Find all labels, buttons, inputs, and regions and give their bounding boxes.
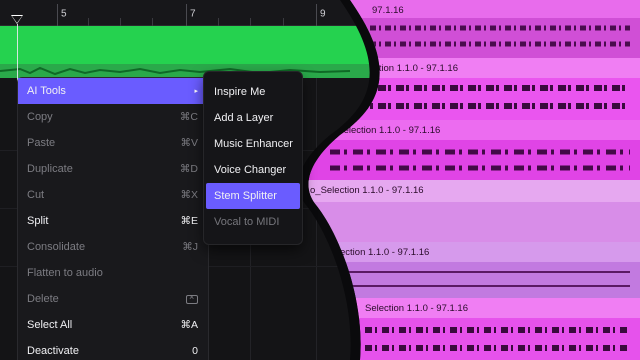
menu-item-cut[interactable]: Cut ⌘X: [18, 182, 208, 208]
submenu-item-vocal-to-midi[interactable]: Vocal to MIDI: [206, 209, 300, 235]
menu-item-label: Paste: [27, 137, 56, 149]
menu-item-label: Split: [27, 215, 49, 227]
menu-item-consolidate[interactable]: Consolidate ⌘J: [18, 234, 208, 260]
submenu-item-label: Stem Splitter: [214, 190, 277, 202]
submenu-item-voice-changer[interactable]: Voice Changer: [206, 157, 300, 183]
menu-item-label: Consolidate: [27, 241, 86, 253]
menu-item-label: Select All: [27, 319, 73, 331]
menu-item-shortcut: ⌘J: [182, 241, 198, 253]
submenu-item-label: Add a Layer: [214, 112, 274, 124]
menu-item-duplicate[interactable]: Duplicate ⌘D: [18, 156, 208, 182]
clip-label: o_Selection 1.1.0 - 97.1.16: [310, 185, 424, 196]
menu-item-label: Flatten to audio: [27, 267, 103, 279]
clip-label: ection 1.1.0 - 97.1.16: [340, 247, 430, 258]
context-menu: AI Tools ▸ Copy ⌘C Paste ⌘V Duplicate ⌘D…: [18, 78, 208, 360]
menu-item-delete[interactable]: Delete: [18, 286, 208, 312]
menu-item-label: Duplicate: [27, 163, 73, 175]
submenu-arrow-icon: ▸: [194, 88, 198, 95]
ruler-bar-number: 5: [61, 8, 67, 20]
menu-item-label: Cut: [27, 189, 45, 201]
menu-item-select-all[interactable]: Select All ⌘A: [18, 312, 208, 338]
menu-item-shortcut: ⌘V: [180, 137, 198, 149]
menu-item-label: Copy: [27, 111, 53, 123]
menu-item-ai-tools[interactable]: AI Tools ▸: [18, 78, 208, 104]
submenu-item-label: Vocal to MIDI: [214, 216, 280, 228]
menu-item-flatten-to-audio[interactable]: Flatten to audio: [18, 260, 208, 286]
submenu-item-stem-splitter[interactable]: Stem Splitter: [206, 183, 300, 209]
submenu-item-label: Inspire Me: [214, 86, 266, 98]
submenu-item-music-enhancer[interactable]: Music Enhancer: [206, 131, 300, 157]
submenu-item-label: Voice Changer: [214, 164, 287, 176]
ai-tools-submenu: Inspire Me Add a Layer Music Enhancer Vo…: [204, 72, 302, 244]
ruler-tick: [218, 18, 219, 26]
ruler-tick: [316, 4, 317, 26]
playhead-icon[interactable]: [11, 15, 23, 24]
menu-item-label: Deactivate: [27, 345, 79, 357]
ruler-tick: [250, 18, 251, 26]
grid-line: [316, 78, 317, 360]
submenu-item-label: Music Enhancer: [214, 138, 293, 150]
menu-item-shortcut: 0: [192, 345, 198, 357]
menu-item-shortcut: ⌘X: [180, 189, 198, 201]
submenu-item-add-a-layer[interactable]: Add a Layer: [206, 105, 300, 131]
menu-item-shortcut: ⌘C: [179, 111, 198, 123]
menu-item-copy[interactable]: Copy ⌘C: [18, 104, 208, 130]
clip-label: Selection 1.1.0 - 97.1.16: [365, 303, 468, 314]
menu-item-shortcut: ⌘A: [180, 319, 198, 331]
ruler-bar-number: 9: [320, 8, 326, 20]
ruler-tick: [88, 18, 89, 26]
clip-label: 97.1.16: [372, 5, 404, 16]
ruler-tick: [283, 18, 284, 26]
ruler-tick: [120, 18, 121, 26]
menu-item-split[interactable]: Split ⌘E: [18, 208, 208, 234]
menu-item-shortcut: ⌘D: [179, 163, 198, 175]
submenu-item-inspire-me[interactable]: Inspire Me: [206, 79, 300, 105]
ruler-tick: [152, 18, 153, 26]
delete-key-icon: [186, 292, 198, 304]
ruler-bar-number: 7: [190, 8, 196, 20]
menu-item-shortcut: ⌘E: [180, 215, 198, 227]
menu-item-deactivate[interactable]: Deactivate 0: [18, 338, 208, 360]
menu-item-label: AI Tools: [27, 85, 66, 97]
ruler-tick: [186, 4, 187, 26]
ruler-tick: [57, 4, 58, 26]
menu-item-paste[interactable]: Paste ⌘V: [18, 130, 208, 156]
menu-item-label: Delete: [27, 293, 59, 305]
